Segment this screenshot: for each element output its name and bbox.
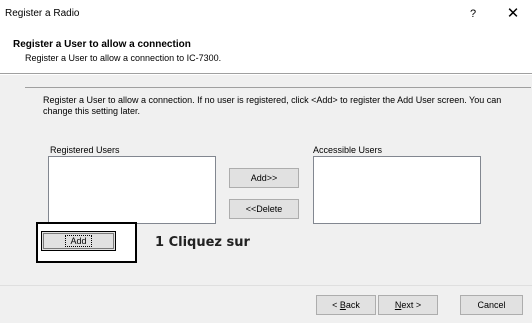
registered-users-label: Registered Users (50, 145, 120, 155)
next-rest: ext > (401, 300, 422, 310)
back-rest: ack (345, 300, 360, 310)
delete-from-accessible-button[interactable]: <<Delete (229, 199, 299, 219)
next-button[interactable]: Next > (378, 295, 438, 315)
description-text: Register a User to allow a connection. I… (43, 95, 502, 116)
accessible-users-label: Accessible Users (313, 145, 383, 155)
accessible-users-list[interactable] (313, 156, 481, 224)
header-subtitle: Register a User to allow a connection to… (25, 53, 222, 63)
instruction-annotation: 1 Cliquez sur (155, 235, 250, 250)
back-prefix: < (332, 300, 340, 310)
footer-divider (0, 285, 532, 286)
cancel-button[interactable]: Cancel (460, 295, 523, 315)
close-button[interactable]: ✕ (498, 4, 528, 24)
window-title: Register a Radio (5, 8, 80, 19)
add-user-button-label: Add (65, 235, 92, 247)
wizard-header: Register a User to allow a connection Re… (0, 28, 532, 74)
add-to-accessible-button[interactable]: Add>> (229, 168, 299, 188)
header-title: Register a User to allow a connection (13, 39, 191, 50)
back-button[interactable]: < Back (316, 295, 376, 315)
help-button[interactable]: ? (460, 5, 486, 23)
add-user-button[interactable]: Add (41, 231, 116, 251)
registered-users-list[interactable] (48, 156, 216, 224)
title-bar: Register a Radio ? ✕ (0, 0, 532, 28)
